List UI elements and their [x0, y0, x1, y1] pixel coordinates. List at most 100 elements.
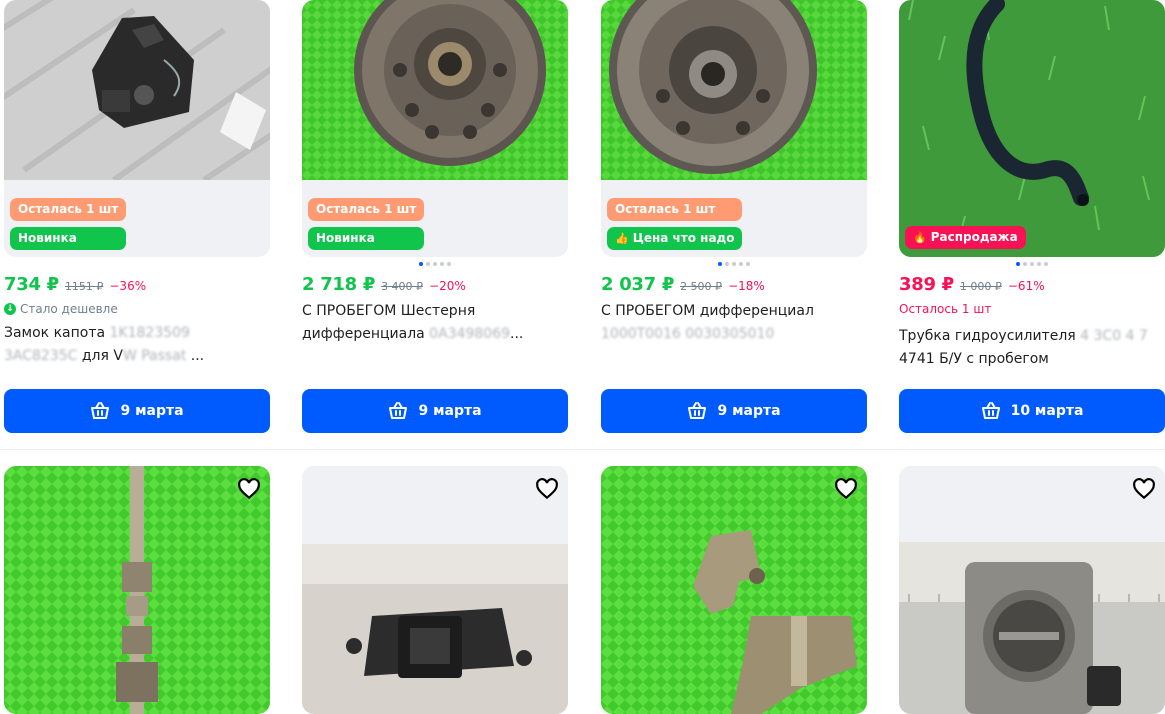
old-price: 2 500 ₽ — [680, 280, 723, 293]
pager-dot[interactable] — [1023, 262, 1027, 266]
pager-dot[interactable] — [440, 262, 444, 266]
current-price: 2 037 ₽ — [601, 274, 675, 295]
title-text: С ПРОБЕГОМ дифференциал — [601, 303, 814, 319]
product-photo — [4, 0, 270, 180]
pager-dot[interactable] — [1044, 262, 1048, 266]
new-badge: Новинка — [10, 227, 127, 250]
image-pager[interactable] — [302, 262, 568, 266]
heart-icon[interactable] — [1131, 476, 1157, 502]
price-drop-note: ↓ Стало дешевле — [4, 302, 118, 316]
delivery-date: 10 марта — [1010, 403, 1084, 419]
title-text: 4741 Б/У с пробегом — [899, 351, 1049, 367]
product-photo — [4, 466, 270, 714]
product-image-area[interactable] — [302, 466, 568, 714]
pager-dot[interactable] — [739, 262, 743, 266]
product-image-area[interactable]: Осталась 1 шт 👍 Цена что надо — [601, 0, 867, 257]
price-line: 389 ₽ 1 000 ₽ −61% — [899, 274, 1045, 295]
old-price: 3 400 ₽ — [381, 280, 424, 293]
product-image-area[interactable] — [601, 466, 867, 714]
heart-icon[interactable] — [534, 476, 560, 502]
discount: −36% — [109, 279, 147, 293]
title-text: Трубка гидроусилителя — [899, 328, 1076, 344]
title-blurred: 1K1823509 — [105, 325, 190, 341]
pager-dot[interactable] — [433, 262, 437, 266]
stock-note-text: Осталось 1 шт — [899, 302, 992, 316]
title-blurred: 1000T0016 0030305010 — [601, 326, 775, 342]
price-line: 2 718 ₽ 3 400 ₽ −20% — [302, 274, 466, 295]
current-price: 2 718 ₽ — [302, 274, 376, 295]
title-text: Замок капота — [4, 325, 106, 341]
pager-dot[interactable] — [725, 262, 729, 266]
product-photo — [302, 466, 568, 714]
pager-dot[interactable] — [732, 262, 736, 266]
badge-label: Распродажа — [930, 230, 1018, 244]
pager-dot[interactable] — [718, 262, 722, 266]
product-title[interactable]: С ПРОБЕГОМ Шестерня дифференциала 0A3498… — [302, 300, 568, 348]
title-blurred: 3AC8235C — [4, 348, 78, 364]
current-price: 734 ₽ — [4, 274, 59, 295]
price-line: 2 037 ₽ 2 500 ₽ −18% — [601, 274, 765, 295]
product-image-area[interactable]: 🔥 Распродажа — [899, 0, 1165, 257]
pager-dot[interactable] — [1016, 262, 1020, 266]
title-text: для V — [77, 348, 123, 364]
product-title[interactable]: Замок капота 1K1823509 3AC8235C для VW P… — [4, 322, 270, 370]
product-title[interactable]: Трубка гидроусилителя 4 3C0 4 7 4741 Б/У… — [899, 325, 1165, 373]
stock-note: Осталось 1 шт — [899, 302, 991, 316]
image-pager[interactable] — [601, 262, 867, 266]
heart-icon[interactable] — [236, 476, 262, 502]
product-title[interactable]: С ПРОБЕГОМ дифференциал 1000T0016 003030… — [601, 300, 867, 348]
badge-label: Цена что надо — [632, 231, 735, 245]
heart-icon[interactable] — [833, 476, 859, 502]
pager-dot[interactable] — [1030, 262, 1034, 266]
title-text: С ПРОБЕГОМ Шестерня — [302, 303, 476, 319]
product-grid: Осталась 1 шт Новинка 734 ₽ 1151 ₽ −36% … — [0, 0, 1165, 714]
cart-icon — [389, 402, 408, 419]
price-line: 734 ₽ 1151 ₽ −36% — [4, 274, 146, 295]
delivery-date: 9 марта — [717, 403, 781, 419]
pager-dot[interactable] — [426, 262, 430, 266]
cart-icon — [91, 402, 110, 419]
good-price-badge: 👍 Цена что надо — [607, 227, 743, 250]
title-text: дифференциала — [302, 326, 425, 342]
delivery-date: 9 марта — [418, 403, 482, 419]
stock-badge: Осталась 1 шт — [308, 198, 425, 221]
badge-group: Осталась 1 шт Новинка — [308, 198, 425, 250]
product-photo — [601, 0, 867, 180]
add-to-cart-button[interactable]: 10 марта — [899, 389, 1165, 433]
pager-dot[interactable] — [746, 262, 750, 266]
stock-badge: Осталась 1 шт — [10, 198, 127, 221]
product-photo — [601, 466, 867, 714]
product-photo — [899, 466, 1165, 714]
product-image-area[interactable]: Осталась 1 шт Новинка — [302, 0, 568, 257]
pager-dot[interactable] — [419, 262, 423, 266]
badge-group: Осталась 1 шт 👍 Цена что надо — [607, 198, 743, 250]
cart-icon — [981, 402, 1000, 419]
product-image-area[interactable] — [899, 466, 1165, 714]
fire-icon: 🔥 — [913, 231, 927, 244]
cart-icon — [688, 402, 707, 419]
new-badge: Новинка — [308, 227, 425, 250]
thumbs-up-icon: 👍 — [615, 232, 629, 245]
arrow-down-icon: ↓ — [4, 303, 16, 315]
sale-badge: 🔥 Распродажа — [905, 226, 1026, 249]
product-image-area[interactable]: Осталась 1 шт Новинка — [4, 0, 270, 257]
product-photo — [899, 0, 1165, 257]
discount: −18% — [728, 279, 765, 293]
discount: −20% — [429, 279, 466, 293]
add-to-cart-button[interactable]: 9 марта — [4, 389, 270, 433]
badge-group: 🔥 Распродажа — [905, 226, 1026, 249]
add-to-cart-button[interactable]: 9 марта — [302, 389, 568, 433]
title-blurred: 4 3C0 4 7 — [1075, 328, 1148, 344]
product-image-area[interactable] — [4, 466, 270, 714]
title-text: ... — [510, 326, 524, 342]
title-blurred: 0A3498069 — [424, 326, 511, 342]
title-blurred: W Passat — [122, 348, 187, 364]
discount: −61% — [1007, 279, 1045, 293]
image-pager[interactable] — [899, 262, 1165, 266]
product-photo — [302, 0, 568, 180]
pager-dot[interactable] — [447, 262, 451, 266]
pager-dot[interactable] — [1037, 262, 1041, 266]
old-price: 1151 ₽ — [64, 280, 104, 293]
delivery-date: 9 марта — [120, 403, 184, 419]
add-to-cart-button[interactable]: 9 марта — [601, 389, 867, 433]
